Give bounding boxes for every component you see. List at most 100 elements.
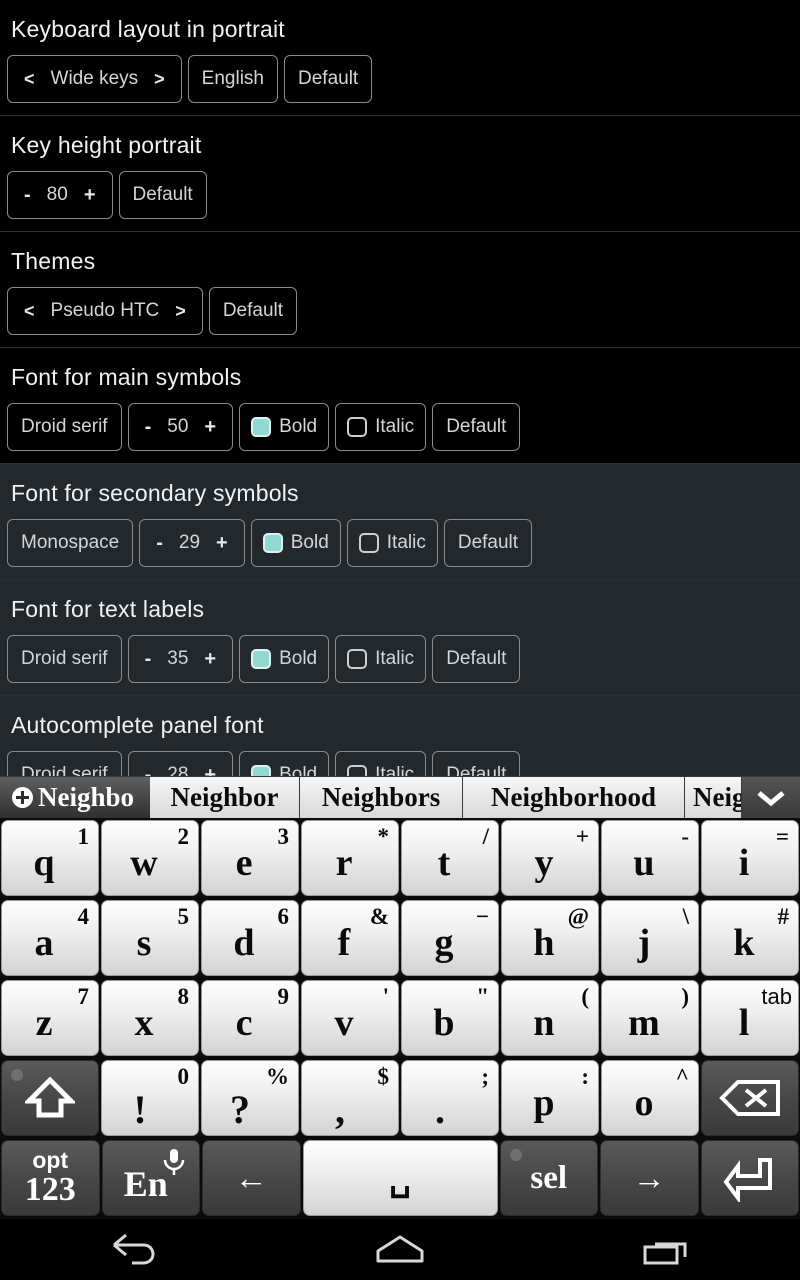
layout-language-button[interactable]: English: [187, 55, 278, 103]
key-j[interactable]: j \: [601, 900, 699, 976]
key-h[interactable]: h @: [501, 900, 599, 976]
layout-default-button[interactable]: Default: [284, 55, 373, 103]
key-period[interactable]: .;: [401, 1060, 499, 1136]
layout-spinner[interactable]: < Wide keys >: [7, 55, 182, 103]
key-y[interactable]: y +: [501, 820, 599, 896]
plus-icon[interactable]: +: [204, 648, 216, 671]
add-circle-icon[interactable]: [11, 787, 33, 808]
suggestion-item-selected[interactable]: Neighbo: [0, 777, 150, 818]
microphone-icon[interactable]: [161, 1147, 187, 1182]
theme-spinner[interactable]: < Pseudo HTC >: [7, 287, 203, 335]
android-navigation-bar[interactable]: [0, 1218, 800, 1280]
bold-checkbox[interactable]: Bold: [239, 403, 330, 451]
nav-home-button[interactable]: [340, 1219, 460, 1280]
key-m[interactable]: m): [601, 980, 699, 1056]
space-key[interactable]: ␣: [302, 1140, 498, 1216]
key-v[interactable]: v ': [301, 980, 399, 1056]
key-l[interactable]: l tab: [701, 980, 799, 1056]
suggestions-expand-button[interactable]: [742, 777, 800, 818]
theme-default-button[interactable]: Default: [208, 287, 298, 335]
font-default-button[interactable]: Default: [432, 403, 521, 451]
key-main-label: t: [437, 842, 451, 884]
next-arrow-icon[interactable]: >: [175, 301, 186, 322]
suggestion-item[interactable]: Neighbor: [150, 777, 300, 818]
checkbox-box-icon: [251, 649, 272, 669]
key-secondary-label: =: [775, 824, 789, 849]
sel-key[interactable]: sel: [499, 1140, 598, 1216]
key-s[interactable]: s5: [101, 900, 199, 976]
key-comma[interactable]: , $: [301, 1060, 399, 1136]
nav-recents-button[interactable]: [607, 1219, 727, 1280]
key-main-label: !: [133, 1087, 147, 1132]
plus-icon[interactable]: +: [204, 416, 216, 439]
arrow-left-key[interactable]: ←: [202, 1140, 301, 1216]
key-i[interactable]: i =: [701, 820, 799, 896]
settings-list[interactable]: Keyboard layout in portrait < Wide keys …: [0, 0, 800, 782]
key-w[interactable]: w2: [101, 820, 199, 896]
next-arrow-icon[interactable]: >: [154, 69, 165, 90]
key-z[interactable]: z7: [1, 980, 99, 1056]
key-p[interactable]: p:: [501, 1060, 599, 1136]
prev-arrow-icon[interactable]: <: [24, 301, 35, 322]
minus-icon[interactable]: -: [145, 648, 152, 671]
font-family-button[interactable]: Monospace: [7, 519, 134, 567]
key-height-stepper[interactable]: - 80 +: [7, 171, 113, 219]
keyboard-row-4: ! 0 ?% , $ .; p: o ^: [0, 1058, 800, 1138]
arrow-right-key[interactable]: →: [600, 1140, 699, 1216]
key-main-label: h: [533, 922, 555, 964]
on-screen-keyboard[interactable]: q1 w2 e3 r * t / y + u- i = a4 s5 d6 f & g − h…: [0, 818, 800, 1218]
italic-checkbox[interactable]: Italic: [335, 635, 427, 683]
key-u[interactable]: u-: [601, 820, 699, 896]
key-secondary-label: 4: [77, 904, 90, 929]
key-k[interactable]: k #: [701, 900, 799, 976]
font-family-button[interactable]: Droid serif: [7, 635, 122, 683]
key-e[interactable]: e3: [201, 820, 299, 896]
font-default-button[interactable]: Default: [443, 519, 533, 567]
shift-key[interactable]: [1, 1060, 99, 1136]
key-height-value: 80: [46, 184, 68, 205]
plus-icon[interactable]: +: [84, 184, 96, 207]
key-secondary-label: /: [482, 824, 489, 849]
key-t[interactable]: t /: [401, 820, 499, 896]
key-exclamation[interactable]: ! 0: [101, 1060, 199, 1136]
suggestion-item[interactable]: Neighbors: [300, 777, 463, 818]
bold-checkbox[interactable]: Bold: [239, 635, 330, 683]
language-key[interactable]: En: [101, 1140, 200, 1216]
key-o[interactable]: o ^: [601, 1060, 699, 1136]
font-size-stepper[interactable]: - 29 +: [139, 519, 245, 567]
prev-arrow-icon[interactable]: <: [24, 69, 35, 90]
suggestion-text: Neighb: [693, 782, 741, 812]
minus-icon[interactable]: -: [156, 532, 163, 555]
opt-123-key[interactable]: opt 123: [1, 1140, 100, 1216]
key-main-label: l: [738, 1002, 750, 1044]
suggestion-bar[interactable]: Neighbo Neighbor Neighbors Neighborhood …: [0, 776, 800, 818]
key-q[interactable]: q1: [1, 820, 99, 896]
minus-icon[interactable]: -: [24, 184, 31, 207]
bold-checkbox[interactable]: Bold: [250, 519, 341, 567]
font-family-button[interactable]: Droid serif: [7, 403, 122, 451]
enter-key[interactable]: [700, 1140, 799, 1216]
plus-icon[interactable]: +: [216, 532, 228, 555]
key-f[interactable]: f &: [301, 900, 399, 976]
key-d[interactable]: d6: [201, 900, 299, 976]
font-size-stepper[interactable]: - 50 +: [127, 403, 234, 451]
key-question[interactable]: ?%: [201, 1060, 299, 1136]
key-r[interactable]: r *: [301, 820, 399, 896]
key-a[interactable]: a4: [1, 900, 99, 976]
minus-icon[interactable]: -: [145, 416, 152, 439]
key-g[interactable]: g −: [401, 900, 499, 976]
font-default-button[interactable]: Default: [432, 635, 521, 683]
suggestion-item[interactable]: Neighborhood: [463, 777, 685, 818]
nav-back-button[interactable]: [73, 1219, 193, 1280]
italic-checkbox[interactable]: Italic: [335, 403, 427, 451]
key-b[interactable]: b ": [401, 980, 499, 1056]
key-secondary-label: $: [377, 1064, 390, 1089]
backspace-key[interactable]: [701, 1060, 799, 1136]
italic-checkbox[interactable]: Italic: [346, 519, 438, 567]
suggestion-item[interactable]: Neighb: [685, 777, 742, 818]
key-n[interactable]: n(: [501, 980, 599, 1056]
key-x[interactable]: x8: [101, 980, 199, 1056]
key-height-default-button[interactable]: Default: [118, 171, 207, 219]
key-c[interactable]: c9: [201, 980, 299, 1056]
font-size-stepper[interactable]: - 35 +: [127, 635, 234, 683]
